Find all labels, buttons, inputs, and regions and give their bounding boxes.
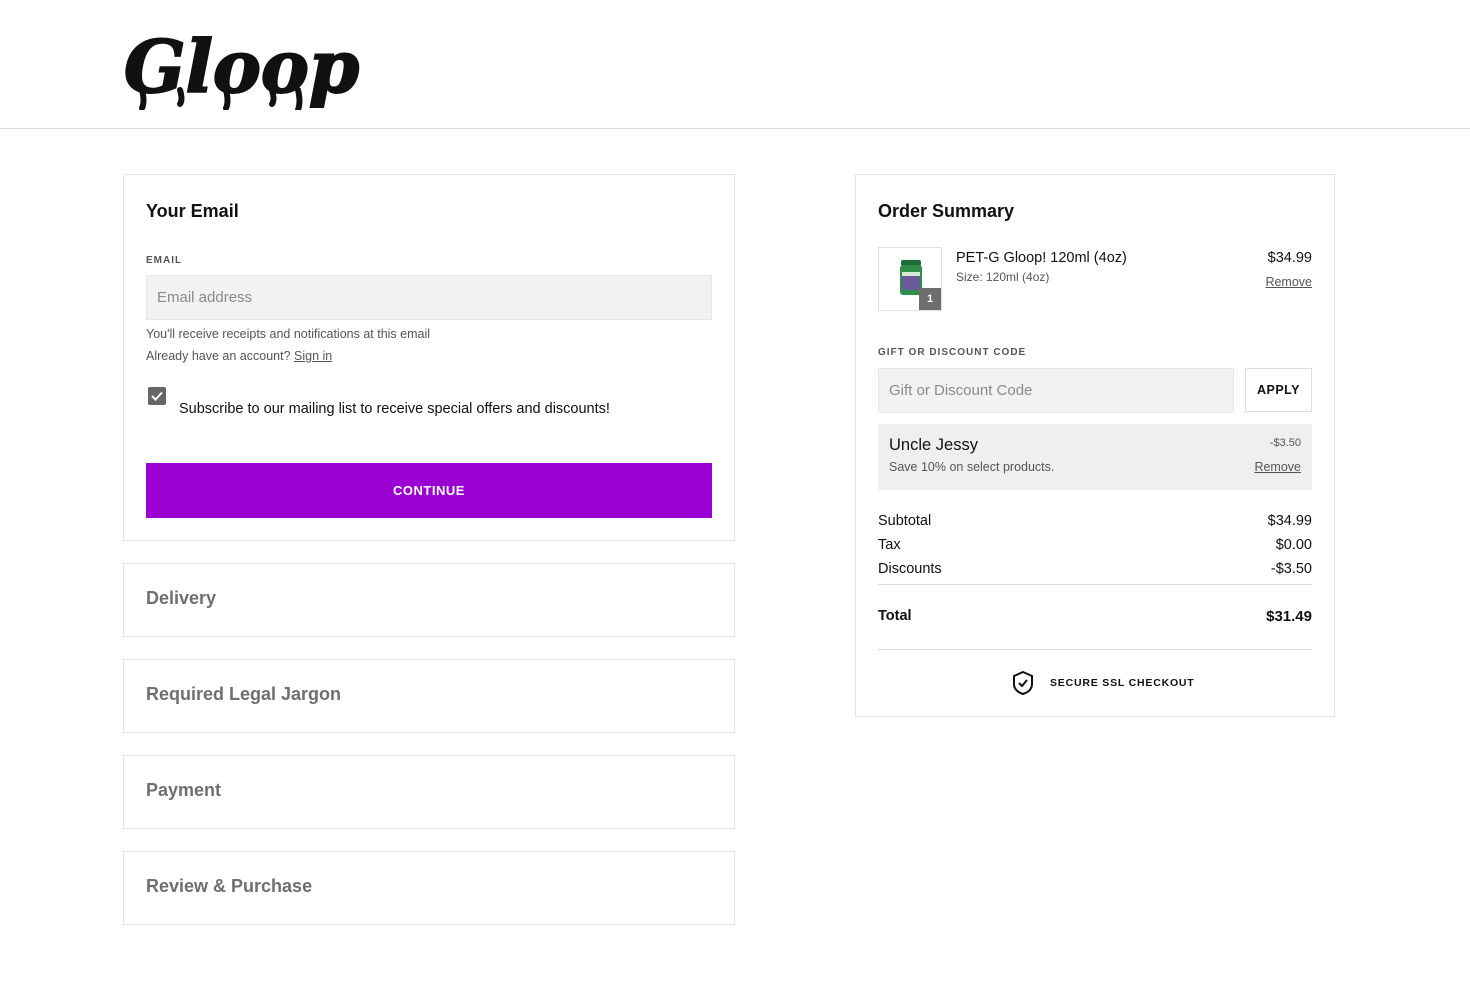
step-delivery-title: Delivery <box>146 588 217 608</box>
apply-discount-button[interactable]: APPLY <box>1245 368 1312 412</box>
discounts-label: Discounts <box>878 561 942 577</box>
order-summary-card: Order Summary 1 PET-G Gloop! 120ml (4oz)… <box>855 174 1335 717</box>
subtotal-label: Subtotal <box>878 513 932 529</box>
email-step-title: Your Email <box>146 201 239 221</box>
continue-button[interactable]: CONTINUE <box>146 463 712 518</box>
product-price: $34.99 <box>1267 250 1312 266</box>
applied-discount: Uncle Jessy Save 10% on select products.… <box>878 424 1312 490</box>
tax-label: Tax <box>878 537 901 553</box>
discount-code-label: GIFT OR DISCOUNT CODE <box>878 347 1027 358</box>
gloop-logo[interactable]: Gloop! <box>122 14 362 110</box>
shield-check-icon <box>1013 671 1033 695</box>
step-review-title: Review & Purchase <box>146 876 313 896</box>
step-payment[interactable]: Payment <box>123 755 735 829</box>
product-name: PET-G Gloop! 120ml (4oz) <box>956 250 1127 266</box>
secure-checkout-label: SECURE SSL CHECKOUT <box>1050 677 1195 689</box>
tax-value: $0.00 <box>1275 537 1312 553</box>
step-legal-title: Required Legal Jargon <box>146 684 342 704</box>
subscribe-checkbox[interactable] <box>148 387 166 405</box>
discounts-value: -$3.50 <box>1270 561 1312 577</box>
site-header: Gloop! <box>0 0 1470 129</box>
quantity-badge: 1 <box>919 288 941 310</box>
account-prompt-row: Already have an account? Sign in <box>146 349 332 363</box>
secure-checkout-row: SECURE SSL CHECKOUT <box>1012 671 1195 695</box>
step-review[interactable]: Review & Purchase <box>123 851 735 925</box>
remove-item-link[interactable]: Remove <box>1265 275 1312 289</box>
discount-amount: -$3.50 <box>1269 437 1301 449</box>
check-icon <box>151 391 163 401</box>
subtotal-value: $34.99 <box>1267 513 1312 529</box>
svg-text:Gloop!: Gloop! <box>124 24 362 109</box>
discount-code-input[interactable] <box>878 368 1234 413</box>
step-legal[interactable]: Required Legal Jargon <box>123 659 735 733</box>
sign-in-link[interactable]: Sign in <box>294 349 332 363</box>
receipt-note: You'll receive receipts and notification… <box>146 327 431 341</box>
account-prompt: Already have an account? <box>146 349 291 363</box>
discount-description: Save 10% on select products. <box>889 460 1055 474</box>
product-thumbnail: 1 <box>878 247 942 311</box>
email-input[interactable] <box>146 275 712 320</box>
product-variant: Size: 120ml (4oz) <box>956 270 1050 284</box>
step-delivery[interactable]: Delivery <box>123 563 735 637</box>
step-payment-title: Payment <box>146 780 222 800</box>
total-value: $31.49 <box>1266 608 1312 625</box>
total-label: Total <box>878 608 912 624</box>
secure-divider <box>878 649 1312 650</box>
remove-discount-link[interactable]: Remove <box>1254 460 1301 474</box>
totals-divider <box>878 584 1312 585</box>
email-label: EMAIL <box>146 255 183 266</box>
discount-name: Uncle Jessy <box>889 436 978 454</box>
order-summary-title: Order Summary <box>878 201 1015 221</box>
subscribe-label: Subscribe to our mailing list to receive… <box>179 401 610 417</box>
email-step-card: Your Email EMAIL You'll receive receipts… <box>123 174 735 541</box>
